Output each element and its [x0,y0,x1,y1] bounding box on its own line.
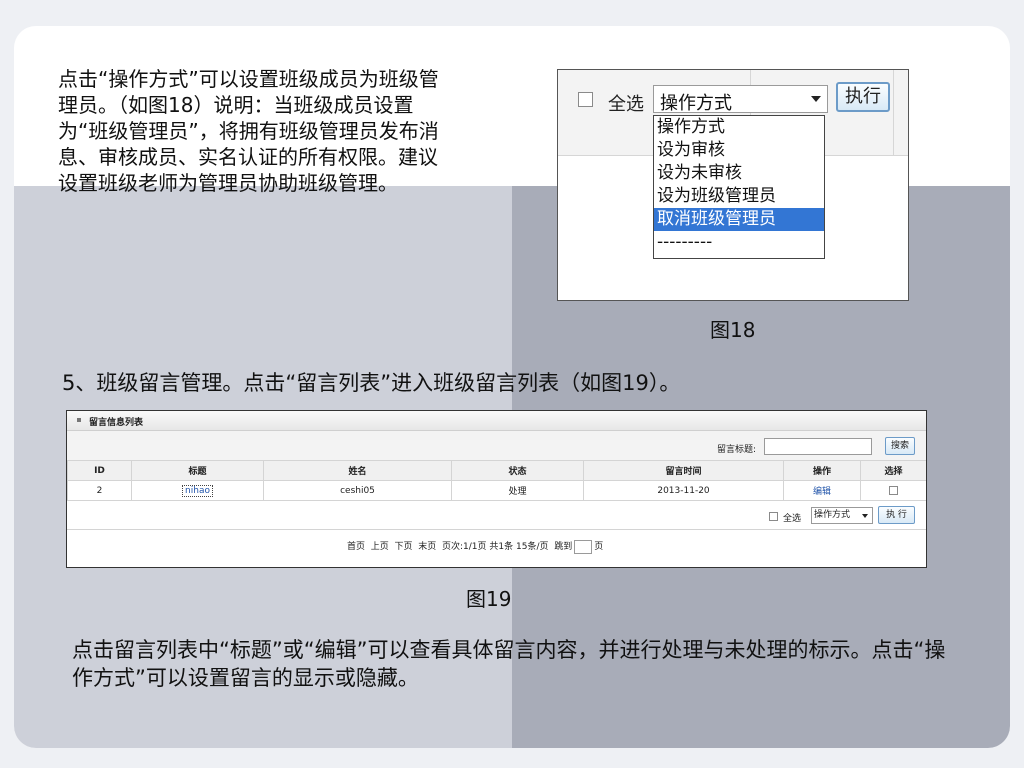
message-table: ID 标题 姓名 状态 留言时间 操作 选择 2 nihao ceshi05 处… [67,460,926,501]
select-all-checkbox[interactable] [769,512,778,521]
operation-select[interactable]: 操作方式 [653,85,828,114]
page-suffix: 页 [594,542,604,552]
cell-name: ceshi05 [263,480,452,501]
row-checkbox[interactable] [889,485,898,495]
operation-select-value: 操作方式 [814,510,851,520]
operation-select[interactable]: 操作方式 [811,507,873,524]
dropdown-option[interactable]: 操作方式 [654,116,824,139]
edit-link[interactable]: 编辑 [813,487,831,497]
search-input[interactable] [764,438,872,455]
search-label: 留言标题: [717,445,757,455]
column-header: 状态 [451,460,584,481]
table-header-row: ID 标题 姓名 状态 留言时间 操作 选择 [67,460,926,481]
dropdown-option[interactable]: 设为未审核 [654,162,824,185]
select-all-label: 全选 [783,514,802,524]
column-header: 标题 [131,460,264,481]
page-count: 页次:1/1页 [442,542,487,552]
dropdown-option[interactable]: 设为审核 [654,139,824,162]
per-page: 15条/页 [516,542,549,552]
figure-19-screenshot: 留言信息列表 留言标题: 搜索 ID 标题 姓名 状态 留言时间 操作 选择 2… [66,410,927,568]
prev-page-link[interactable]: 上页 [371,542,389,552]
select-all-label: 全选 [608,94,644,115]
table-row: 2 nihao ceshi05 处理 2013-11-20 编辑 [67,480,926,501]
column-header: ID [67,460,132,481]
execute-button[interactable]: 执 行 [878,506,915,524]
dropdown-option[interactable]: 设为班级管理员 [654,185,824,208]
intro-paragraph: 点击“操作方式”可以设置班级成员为班级管理员。（如图18）说明：当班级成员设置为… [58,67,439,195]
chevron-down-icon [811,96,821,102]
cell-id: 2 [67,480,132,501]
figure-18-caption: 图18 [710,318,756,342]
figure-19-caption: 图19 [466,587,512,611]
bullet-icon [77,418,81,422]
pagination-text: 首页 上页 下页 末页 页次:1/1页 共1条 15条/页 跳到 页 [347,539,603,554]
column-header: 选择 [860,460,926,481]
operation-select-value: 操作方式 [660,93,732,114]
total-count: 共1条 [489,542,514,552]
select-all-checkbox[interactable] [578,92,593,107]
cell-title: nihao [131,480,264,501]
section-5-heading: 5、班级留言管理。点击“留言列表”进入班级留言列表（如图19）。 [62,371,681,395]
first-page-link[interactable]: 首页 [347,542,365,552]
cell-status: 处理 [451,480,584,501]
last-page-link[interactable]: 末页 [418,542,436,552]
execute-button[interactable]: 执行 [836,82,890,112]
figure-18-screenshot: 全选 操作方式 执行 操作方式 设为审核 设为未审核 设为班级管理员 取消班级管… [557,69,909,301]
panel-title: 留言信息列表 [89,418,144,428]
title-link[interactable]: nihao [182,484,213,497]
next-page-link[interactable]: 下页 [395,542,413,552]
cell-time: 2013-11-20 [583,480,784,501]
dropdown-option[interactable]: --------- [654,231,824,254]
column-header: 操作 [783,460,861,481]
cell-select [860,480,926,501]
pagination: 首页 上页 下页 末页 页次:1/1页 共1条 15条/页 跳到 页 [67,533,926,554]
jump-label: 跳到 [554,542,573,552]
outro-paragraph: 点击留言列表中“标题”或“编辑”可以查看具体留言内容，并进行处理与未处理的标示。… [72,638,946,690]
dropdown-option-highlighted[interactable]: 取消班级管理员 [654,208,824,231]
bulk-action-bar: 全选 操作方式 执 行 [67,502,926,530]
operation-dropdown-list: 操作方式 设为审核 设为未审核 设为班级管理员 取消班级管理员 --------… [653,115,825,259]
column-header: 留言时间 [583,460,784,481]
cell-operation: 编辑 [783,480,861,501]
page-jump-input[interactable] [574,539,593,554]
chevron-down-icon [862,514,868,518]
panel-header: 留言信息列表 [67,411,926,431]
column-divider [893,70,894,156]
search-button[interactable]: 搜索 [885,437,915,455]
column-header: 姓名 [263,460,452,481]
